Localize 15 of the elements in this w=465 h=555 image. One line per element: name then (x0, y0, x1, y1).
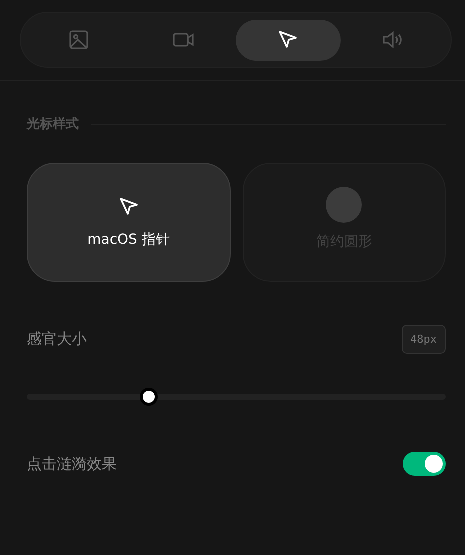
section-title: 光标样式 (27, 116, 79, 133)
video-camera-icon (172, 32, 195, 48)
cursor-style-card[interactable]: macOS 指针 (27, 163, 230, 282)
size-value: 48px (402, 325, 446, 354)
tab[interactable] (236, 20, 340, 60)
speaker-icon (382, 30, 404, 50)
ripple-label: 点击涟漪效果 (27, 454, 117, 474)
cursor-icon (278, 30, 298, 50)
slider-thumb[interactable] (140, 388, 158, 406)
cursor-icon (118, 196, 139, 216)
circle-icon (326, 186, 362, 222)
ripple-toggle[interactable] (403, 452, 446, 476)
size-label: 感官大小 (27, 330, 87, 349)
image-icon (69, 30, 90, 50)
size-slider[interactable] (27, 388, 446, 406)
